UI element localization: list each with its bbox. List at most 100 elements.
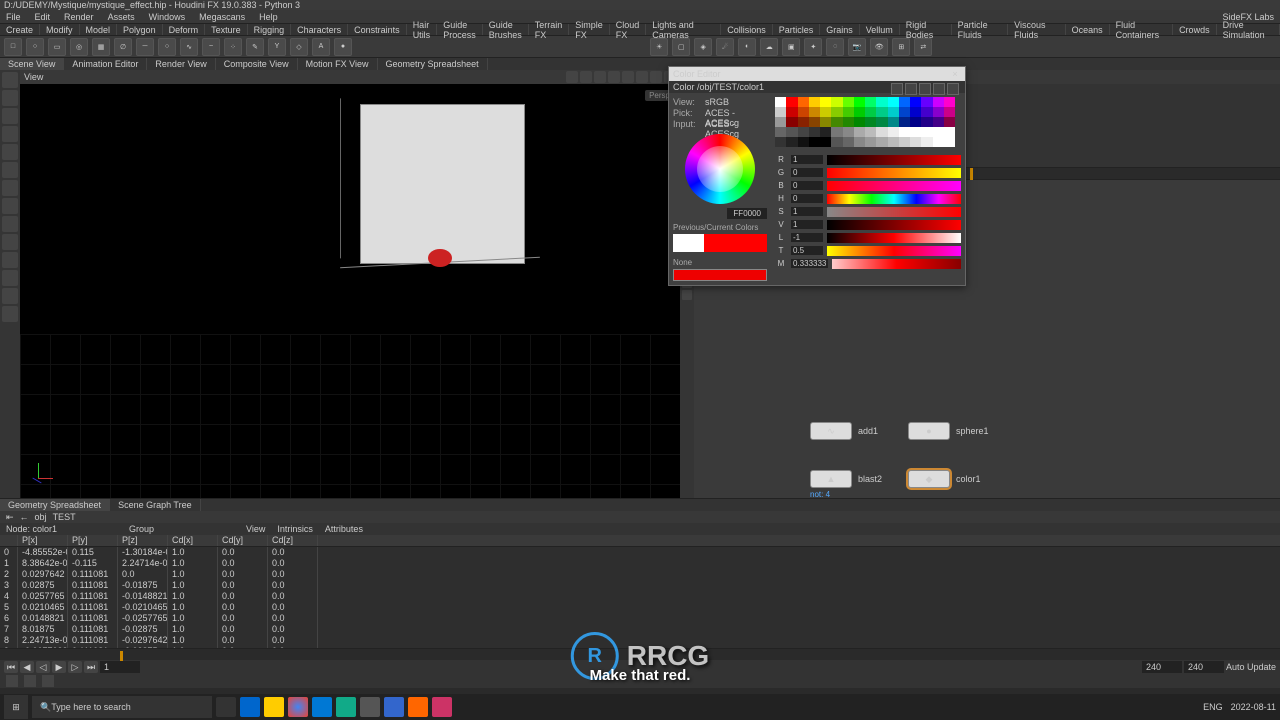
palette-swatch[interactable] <box>944 137 955 147</box>
palette-swatch[interactable] <box>921 117 932 127</box>
palette-swatch[interactable] <box>843 137 854 147</box>
ce-tab-icon[interactable] <box>891 83 903 95</box>
vp-btn-icon[interactable] <box>608 71 620 83</box>
palette-swatch[interactable] <box>820 127 831 137</box>
shelf-tab[interactable]: Texture <box>205 24 248 35</box>
tab-compview[interactable]: Composite View <box>216 58 298 70</box>
switcher-icon[interactable]: ⇄ <box>914 38 932 56</box>
palette-swatch[interactable] <box>820 137 831 147</box>
palette-swatch[interactable] <box>876 137 887 147</box>
uvcam-icon[interactable]: ⊞ <box>892 38 910 56</box>
vp-btn-icon[interactable] <box>636 71 648 83</box>
tab-geospread[interactable]: Geometry Spreadsheet <box>0 499 110 511</box>
palette-swatch[interactable] <box>910 137 921 147</box>
shelf-tab[interactable]: Crowds <box>1173 24 1217 35</box>
app-icon[interactable] <box>336 697 356 717</box>
node-add1[interactable]: ∿add1 <box>810 422 878 440</box>
app-icon[interactable] <box>216 697 236 717</box>
app-icon[interactable] <box>240 697 260 717</box>
shelf-tab[interactable]: Constraints <box>348 24 407 35</box>
table-row[interactable]: 60.01488210.111081-0.02577651.00.00.0 <box>0 613 1280 624</box>
shelf-tab[interactable]: Rigging <box>248 24 292 35</box>
shelf-tab[interactable]: Hair Utils <box>407 24 438 35</box>
table-row[interactable]: 18.38642e-09-0.1152.24714e-081.00.00.0 <box>0 558 1280 569</box>
edge-icon[interactable] <box>312 697 332 717</box>
ce-view[interactable]: sRGB <box>705 97 729 108</box>
shelf-tab[interactable]: Characters <box>291 24 348 35</box>
app-icon[interactable] <box>264 697 284 717</box>
palette-swatch[interactable] <box>910 107 921 117</box>
slider-track[interactable] <box>827 155 961 165</box>
palette-swatch[interactable] <box>876 117 887 127</box>
palette-swatch[interactable] <box>809 137 820 147</box>
palette-swatch[interactable] <box>899 97 910 107</box>
ce-input[interactable]: ACES - ACEScg <box>705 119 767 130</box>
node-color1[interactable]: ◆color1 <box>908 470 981 488</box>
vp-btn-icon[interactable] <box>594 71 606 83</box>
ambientlight-icon[interactable]: ◌ <box>826 38 844 56</box>
select-tool-icon[interactable] <box>2 72 18 88</box>
menu-file[interactable]: File <box>6 12 21 22</box>
eyedropper-icon[interactable] <box>736 234 767 252</box>
shelf-tab[interactable]: Lights and Cameras <box>646 24 721 35</box>
arealight-icon[interactable]: ▢ <box>672 38 690 56</box>
slider-track[interactable] <box>827 207 961 217</box>
chrome-icon[interactable] <box>288 697 308 717</box>
shelf-tab[interactable]: Cloud FX <box>610 24 647 35</box>
palette-swatch[interactable] <box>809 97 820 107</box>
start-button[interactable]: ⊞ <box>4 695 28 719</box>
slider-track[interactable] <box>827 246 961 256</box>
spray-icon[interactable]: ⁘ <box>224 38 242 56</box>
font-icon[interactable]: A <box>312 38 330 56</box>
palette-swatch[interactable] <box>910 117 921 127</box>
palette-swatch[interactable] <box>910 97 921 107</box>
ss-view[interactable]: View <box>246 524 265 534</box>
geolight-icon[interactable]: ◈ <box>694 38 712 56</box>
paint-tool-icon[interactable] <box>2 252 18 268</box>
ce-tab-icon[interactable] <box>905 83 917 95</box>
menu-megascans[interactable]: Megascans <box>199 12 245 22</box>
ce-tab-icon[interactable] <box>947 83 959 95</box>
shelf-tab[interactable]: Vellum <box>860 24 900 35</box>
menu-windows[interactable]: Windows <box>149 12 186 22</box>
causticlight-icon[interactable]: ✦ <box>804 38 822 56</box>
sculpt-tool-icon[interactable] <box>2 270 18 286</box>
prev-swatches[interactable] <box>673 234 767 252</box>
taskbar-search[interactable]: 🔍 Type here to search <box>32 696 212 718</box>
ce-tab-icon[interactable] <box>933 83 945 95</box>
palette-swatch[interactable] <box>798 107 809 117</box>
palette-swatch[interactable] <box>933 137 944 147</box>
sphere-icon[interactable]: ○ <box>26 38 44 56</box>
slider-value[interactable]: 1 <box>791 207 823 216</box>
vp-btn-icon[interactable] <box>580 71 592 83</box>
palette-swatch[interactable] <box>876 107 887 117</box>
ss-group[interactable]: Group <box>129 524 154 534</box>
shelf-tab[interactable]: Guide Brushes <box>483 24 529 35</box>
timeline-marker[interactable] <box>970 168 973 180</box>
color-editor-window[interactable]: Color Editor × Color /obj/TEST/color1 Vi… <box>668 66 966 286</box>
shelf-tab[interactable]: Terrain FX <box>529 24 570 35</box>
circle-icon[interactable]: ○ <box>158 38 176 56</box>
play-rev-button[interactable]: ◁ <box>36 661 50 673</box>
metaball-icon[interactable]: ● <box>334 38 352 56</box>
hex-field[interactable]: FF0000 <box>727 208 767 219</box>
tab-sceneview[interactable]: Scene View <box>0 58 64 70</box>
color-wheel[interactable] <box>685 134 755 204</box>
tab-geospread[interactable]: Geometry Spreadsheet <box>378 58 488 70</box>
palette-swatch[interactable] <box>933 117 944 127</box>
slider-value[interactable]: 0.333333 <box>791 259 828 268</box>
palette-swatch[interactable] <box>820 97 831 107</box>
palette-swatch[interactable] <box>865 137 876 147</box>
next-frame-button[interactable]: ▷ <box>68 661 82 673</box>
misc-tool-icon[interactable] <box>2 288 18 304</box>
shelf-tab[interactable]: Guide Process <box>437 24 483 35</box>
palette-swatch[interactable] <box>775 117 786 127</box>
app-icon[interactable] <box>432 697 452 717</box>
scale-tool-icon[interactable] <box>2 126 18 142</box>
palette-swatch[interactable] <box>865 127 876 137</box>
shelf-tab[interactable]: Modify <box>40 24 80 35</box>
palette-swatch[interactable] <box>820 107 831 117</box>
palette-swatch[interactable] <box>809 107 820 117</box>
status-icon[interactable] <box>42 675 54 687</box>
slider-track[interactable] <box>827 220 961 230</box>
